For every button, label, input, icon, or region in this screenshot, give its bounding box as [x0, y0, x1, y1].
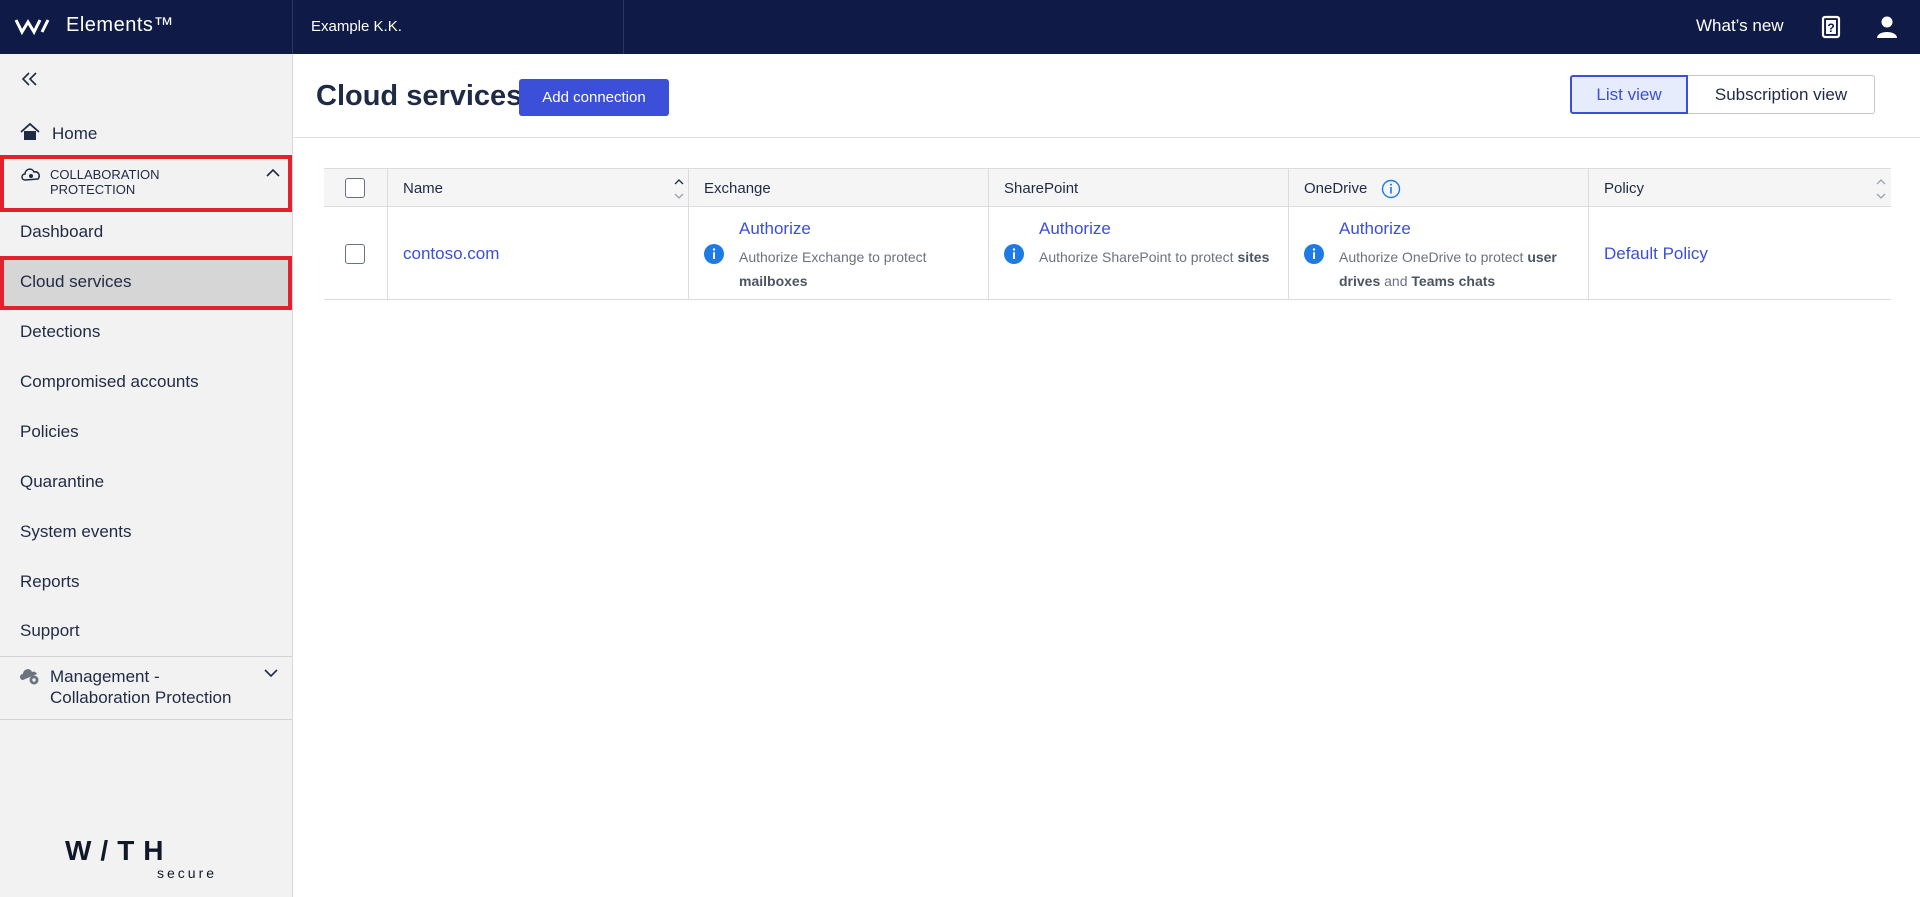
description-text: Authorize Exchange to protect	[739, 249, 927, 265]
sidebar-item-label: Policies	[20, 422, 79, 441]
sidebar-item-compromised-accounts[interactable]: Compromised accounts	[0, 358, 292, 408]
sidebar-group-collaboration-protection[interactable]: COLLABORATION PROTECTION	[0, 155, 292, 212]
authorize-sharepoint-link[interactable]: Authorize	[1039, 219, 1111, 239]
sidebar-item-label: Detections	[20, 322, 101, 341]
cloud-icon	[21, 168, 40, 181]
sidebar-divider	[0, 719, 292, 720]
sidebar-item-label: Compromised accounts	[20, 372, 199, 391]
sidebar-item-label: Home	[52, 124, 98, 143]
withsecure-logo: W/TH secure	[65, 838, 217, 881]
domain-link[interactable]: contoso.com	[403, 244, 499, 264]
sidebar-item-cloud-services[interactable]: Cloud services	[0, 256, 292, 310]
view-toggle: List view Subscription view	[1570, 75, 1875, 114]
description-text: and	[1380, 273, 1412, 289]
collapse-sidebar-icon[interactable]	[19, 68, 41, 90]
sidebar-item-home[interactable]: Home	[0, 114, 292, 154]
top-bar: Elements™ Example K.K. What’s new ?	[0, 0, 1920, 54]
table-header: Name Exchange SharePoint OneDrive Policy	[324, 168, 1891, 208]
description-text: Authorize OneDrive to protect	[1339, 249, 1528, 265]
cell-policy: Default Policy	[1588, 207, 1891, 300]
description-emphasis: sites	[1237, 249, 1270, 265]
list-view-button[interactable]: List view	[1570, 75, 1688, 114]
authorize-onedrive-link[interactable]: Authorize	[1339, 219, 1411, 239]
authorize-description: Authorize Exchange to protect mailboxes	[739, 245, 979, 293]
cloud-settings-icon	[20, 669, 39, 685]
cell-exchange: Authorize Authorize Exchange to protect …	[688, 207, 988, 300]
info-icon	[1004, 244, 1024, 264]
help-icon[interactable]: ?	[1821, 15, 1843, 39]
info-icon	[1304, 244, 1324, 264]
sidebar: Home COLLABORATION PROTECTION Dashboard …	[0, 54, 293, 897]
sort-icon[interactable]	[1875, 176, 1887, 202]
subscription-view-button[interactable]: Subscription view	[1688, 75, 1875, 114]
cell-sharepoint: Authorize Authorize SharePoint to protec…	[988, 207, 1288, 300]
sidebar-item-support[interactable]: Support	[0, 607, 292, 657]
home-icon	[20, 122, 40, 140]
column-header-onedrive: OneDrive	[1288, 169, 1588, 208]
cell-name: contoso.com	[387, 207, 688, 300]
table-row[interactable]: contoso.com Authorize Authorize Exchange…	[324, 207, 1891, 300]
brand-name: Elements™	[66, 14, 174, 36]
sidebar-item-policies[interactable]: Policies	[0, 408, 292, 458]
column-header-label: Name	[403, 180, 444, 197]
description-emphasis: Teams chats	[1411, 273, 1496, 289]
add-connection-button[interactable]: Add connection	[519, 79, 669, 116]
sidebar-item-detections[interactable]: Detections	[0, 308, 292, 358]
chevron-down-icon	[264, 669, 278, 678]
whats-new-link[interactable]: What’s new	[1696, 16, 1784, 36]
sort-icon[interactable]	[673, 176, 685, 202]
authorize-description: Authorize OneDrive to protect user drive…	[1339, 245, 1579, 293]
logo-main-text: W/TH	[65, 838, 173, 866]
column-header-label: SharePoint	[1004, 180, 1079, 197]
info-icon	[704, 244, 724, 264]
chevron-up-icon	[266, 168, 280, 177]
sidebar-item-label: Quarantine	[20, 472, 105, 491]
policy-link[interactable]: Default Policy	[1604, 244, 1708, 264]
select-all-checkbox[interactable]	[345, 178, 365, 198]
user-icon[interactable]	[1876, 15, 1898, 39]
column-header-exchange: Exchange	[688, 169, 988, 208]
sidebar-item-reports[interactable]: Reports	[0, 558, 292, 608]
column-header-policy[interactable]: Policy	[1588, 169, 1891, 208]
sidebar-item-system-events[interactable]: System events	[0, 508, 292, 558]
sidebar-item-label: System events	[20, 522, 132, 541]
sidebar-group-management[interactable]: Management - Collaboration Protection	[0, 657, 292, 717]
column-header-label: Exchange	[704, 180, 771, 197]
topbar-divider	[623, 0, 624, 54]
brand[interactable]: Elements™	[14, 14, 174, 37]
header-divider	[293, 137, 1920, 138]
withsecure-logo-icon	[14, 18, 50, 35]
column-header-sharepoint: SharePoint	[988, 169, 1288, 208]
authorize-exchange-link[interactable]: Authorize	[739, 219, 811, 239]
page-title: Cloud services	[316, 80, 523, 112]
organization-name[interactable]: Example K.K.	[311, 18, 402, 35]
logo-sub-text: secure	[157, 865, 217, 881]
authorize-description: Authorize SharePoint to protect sites	[1039, 245, 1279, 269]
column-header-label: Policy	[1604, 180, 1645, 197]
column-header-name[interactable]: Name	[387, 169, 688, 208]
info-outline-icon[interactable]	[1381, 179, 1401, 199]
sidebar-item-label: Support	[20, 621, 80, 640]
topbar-divider	[292, 0, 293, 54]
description-emphasis: mailboxes	[739, 273, 808, 289]
sidebar-item-label: Cloud services	[20, 272, 132, 291]
description-text: Authorize SharePoint to protect	[1039, 249, 1238, 265]
sidebar-item-label: Reports	[20, 572, 80, 591]
svg-text:?: ?	[1827, 21, 1834, 35]
row-checkbox[interactable]	[345, 244, 365, 264]
sidebar-group-label: COLLABORATION PROTECTION	[50, 167, 160, 197]
sidebar-item-label: Dashboard	[20, 222, 104, 241]
sidebar-group-label: Management - Collaboration Protection	[50, 667, 232, 707]
column-header-label: OneDrive	[1304, 180, 1368, 197]
sidebar-item-dashboard[interactable]: Dashboard	[0, 208, 292, 258]
cell-onedrive: Authorize Authorize OneDrive to protect …	[1288, 207, 1588, 300]
sidebar-item-quarantine[interactable]: Quarantine	[0, 458, 292, 508]
